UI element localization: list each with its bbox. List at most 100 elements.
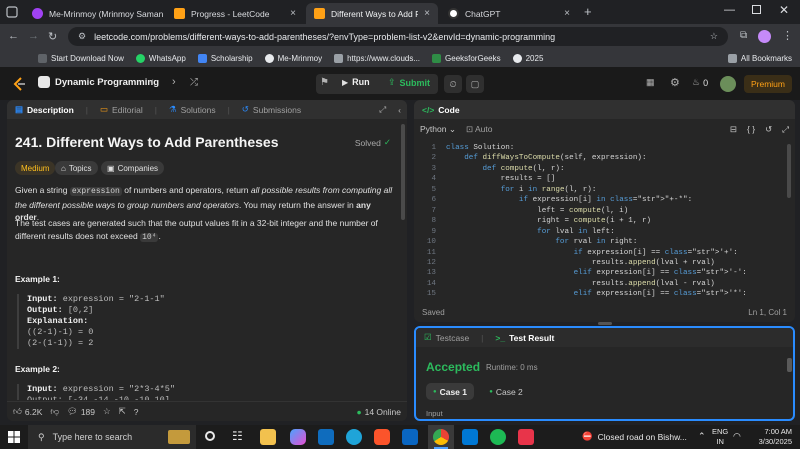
code-area[interactable]: 1 class Solution: 2 def diffWaysToCompute(… xyxy=(414,142,784,298)
fullscreen-icon[interactable]: ⤢ xyxy=(782,124,789,135)
code-line[interactable]: 15 elif expression[i] == class="str">'*'… xyxy=(414,290,784,298)
code-line[interactable]: 1 class Solution: xyxy=(414,144,784,155)
code-line[interactable]: 3 def compute(l, r): xyxy=(414,165,784,176)
code-line[interactable]: 2 def diffWaysToCompute(self, expression… xyxy=(414,154,784,165)
address-bar[interactable]: ⚙ leetcode.com/problems/different-ways-t… xyxy=(68,27,728,46)
bookmark-clouds[interactable]: https://www.clouds... xyxy=(334,53,420,63)
editor-scrollbar[interactable] xyxy=(787,144,791,198)
result-scrollbar[interactable] xyxy=(787,358,792,372)
task-view-icon[interactable] xyxy=(205,431,215,441)
tray-chevron-icon[interactable]: ⌃ xyxy=(698,431,706,442)
media-app-icon[interactable] xyxy=(518,429,534,445)
code-line[interactable]: 7 left = compute(l, i) xyxy=(414,207,784,218)
run-button[interactable]: ▶ Run xyxy=(342,77,370,87)
all-bookmarks[interactable]: All Bookmarks xyxy=(727,53,792,63)
next-problem-icon[interactable]: › xyxy=(172,76,176,88)
wifi-icon[interactable]: ◠ xyxy=(733,431,741,442)
edge-icon[interactable] xyxy=(346,429,362,445)
code-line[interactable]: 9 for lval in left: xyxy=(414,228,784,239)
bookmark-geeksforgeeks[interactable]: GeeksforGeeks xyxy=(432,53,501,63)
bookmark-scholarship[interactable]: Scholarship xyxy=(197,53,253,63)
code-line[interactable]: 8 right = compute(i + 1, r) xyxy=(414,217,784,228)
widgets-icon[interactable]: ☷ xyxy=(232,429,248,445)
topics-button[interactable]: ⌂ Topics xyxy=(55,161,98,175)
code-line[interactable]: 13 elif expression[i] == class="str">'-'… xyxy=(414,269,784,280)
forward-arrow-icon[interactable]: → xyxy=(28,30,39,42)
code-line[interactable]: 14 results.append(lval - rval) xyxy=(414,280,784,291)
debug-icon[interactable]: ⚑ xyxy=(320,77,329,88)
auto-mode-toggle[interactable]: ⊡ Auto xyxy=(466,124,493,135)
share-icon[interactable]: ⇱ xyxy=(119,406,126,417)
case-1-tab[interactable]: ● Case 1 xyxy=(426,383,474,400)
windows-start-icon[interactable] xyxy=(8,431,20,443)
tab-description[interactable]: ▤ Description xyxy=(15,104,74,115)
notes-icon[interactable]: ▢ xyxy=(466,75,484,93)
close-icon[interactable]: × xyxy=(424,8,430,19)
brave-icon[interactable] xyxy=(374,429,390,445)
taskbar-search-box[interactable]: ⚲ Type here to search xyxy=(28,425,196,449)
code-line[interactable]: 6 if expression[i] in class="str">"+-*": xyxy=(414,196,784,207)
premium-button[interactable]: Premium xyxy=(744,75,792,93)
copilot-icon[interactable] xyxy=(290,429,306,445)
companies-button[interactable]: ▣ Companies xyxy=(101,161,165,175)
minimize-button[interactable]: — xyxy=(724,4,735,16)
prev-problem-icon[interactable]: ‹ xyxy=(150,76,154,88)
browser-menu-icon[interactable]: ⋮ xyxy=(782,29,793,42)
profile-avatar[interactable] xyxy=(758,30,771,43)
help-icon[interactable]: ? xyxy=(134,407,139,417)
bookmark-me-mrinmoy[interactable]: Me-Mrinmoy xyxy=(264,53,322,63)
tab-search-icon[interactable] xyxy=(6,6,18,18)
streak-counter[interactable]: ♨ 0 xyxy=(692,77,708,88)
braces-icon[interactable]: { } xyxy=(747,124,755,134)
new-tab-button[interactable]: + xyxy=(584,4,592,19)
code-line[interactable]: 4 results = [] xyxy=(414,175,784,186)
comments-button[interactable]: 💬︎ 189 xyxy=(67,406,95,417)
tab-test-result[interactable]: >_ Test Result xyxy=(495,333,554,343)
bookmark-star-icon[interactable]: ☆ xyxy=(710,31,718,42)
user-avatar[interactable] xyxy=(720,76,736,92)
expand-icon[interactable]: ⤢ xyxy=(379,104,386,115)
site-info-icon[interactable]: ⚙ xyxy=(78,31,86,42)
shuffle-icon[interactable]: ⤮ xyxy=(190,77,198,88)
tab-editorial[interactable]: ▭ Editorial xyxy=(100,104,143,115)
language-indicator[interactable]: ENG IN xyxy=(712,427,728,447)
clock[interactable]: 7:00 AM 3/30/2025 xyxy=(748,427,792,447)
browser-tab-3-active[interactable]: Different Ways to Add Parenthe × xyxy=(306,3,438,24)
reset-icon[interactable]: ↺ xyxy=(765,124,772,135)
tab-submissions[interactable]: ↺ Submissions xyxy=(242,104,301,115)
close-icon[interactable]: × xyxy=(290,8,296,19)
description-scrollbar[interactable] xyxy=(401,124,405,220)
vscode-icon[interactable] xyxy=(462,429,478,445)
problem-list-button[interactable]: Dynamic Programming xyxy=(38,76,159,88)
browser-tab-4[interactable]: ChatGPT × xyxy=(440,3,578,24)
restore-button[interactable] xyxy=(752,5,761,14)
language-select[interactable]: Python ⌄ xyxy=(420,124,456,135)
like-button[interactable]: 👍︎ 6.2K xyxy=(13,406,42,417)
close-window-button[interactable]: ✕ xyxy=(779,3,789,17)
back-arrow-icon[interactable]: ← xyxy=(8,30,19,42)
close-icon[interactable]: × xyxy=(564,8,570,19)
collapse-icon[interactable]: ‹ xyxy=(398,105,401,115)
dislike-icon[interactable]: 👎︎ xyxy=(50,406,59,417)
layout-icon[interactable]: ▦ xyxy=(646,77,655,88)
bookmark-icon[interactable]: ⊟ xyxy=(730,124,737,135)
code-line[interactable]: 12 results.append(lval + rval) xyxy=(414,259,784,270)
code-line[interactable]: 11 if expression[i] == class="str">'+': xyxy=(414,249,784,260)
linkedin-icon[interactable] xyxy=(402,429,418,445)
star-icon[interactable]: ☆ xyxy=(103,406,111,417)
timer-icon[interactable]: ⏲ xyxy=(444,75,462,93)
case-2-tab[interactable]: ● Case 2 xyxy=(482,383,530,400)
notification-ticker[interactable]: ⛔ Closed road on Bishw... xyxy=(582,431,687,442)
browser-tab-2[interactable]: Progress - LeetCode × xyxy=(166,3,304,24)
reload-icon[interactable]: ↻ xyxy=(48,30,57,43)
browser-tab-1[interactable]: Me-Mrinmoy (Mrinmoy Saman × xyxy=(24,3,164,24)
tab-code[interactable]: </> Code xyxy=(422,105,460,115)
chrome-icon[interactable] xyxy=(428,425,454,449)
bookmark-whatsapp[interactable]: WhatsApp xyxy=(135,53,186,63)
bookmark-2025[interactable]: 2025 xyxy=(512,53,543,63)
spotify-icon[interactable] xyxy=(490,429,506,445)
code-line[interactable]: 5 for i in range(l, r): xyxy=(414,186,784,197)
extensions-icon[interactable]: ⧉ xyxy=(740,30,747,41)
file-explorer-icon[interactable] xyxy=(260,429,276,445)
settings-gear-icon[interactable]: ⚙ xyxy=(670,76,680,89)
